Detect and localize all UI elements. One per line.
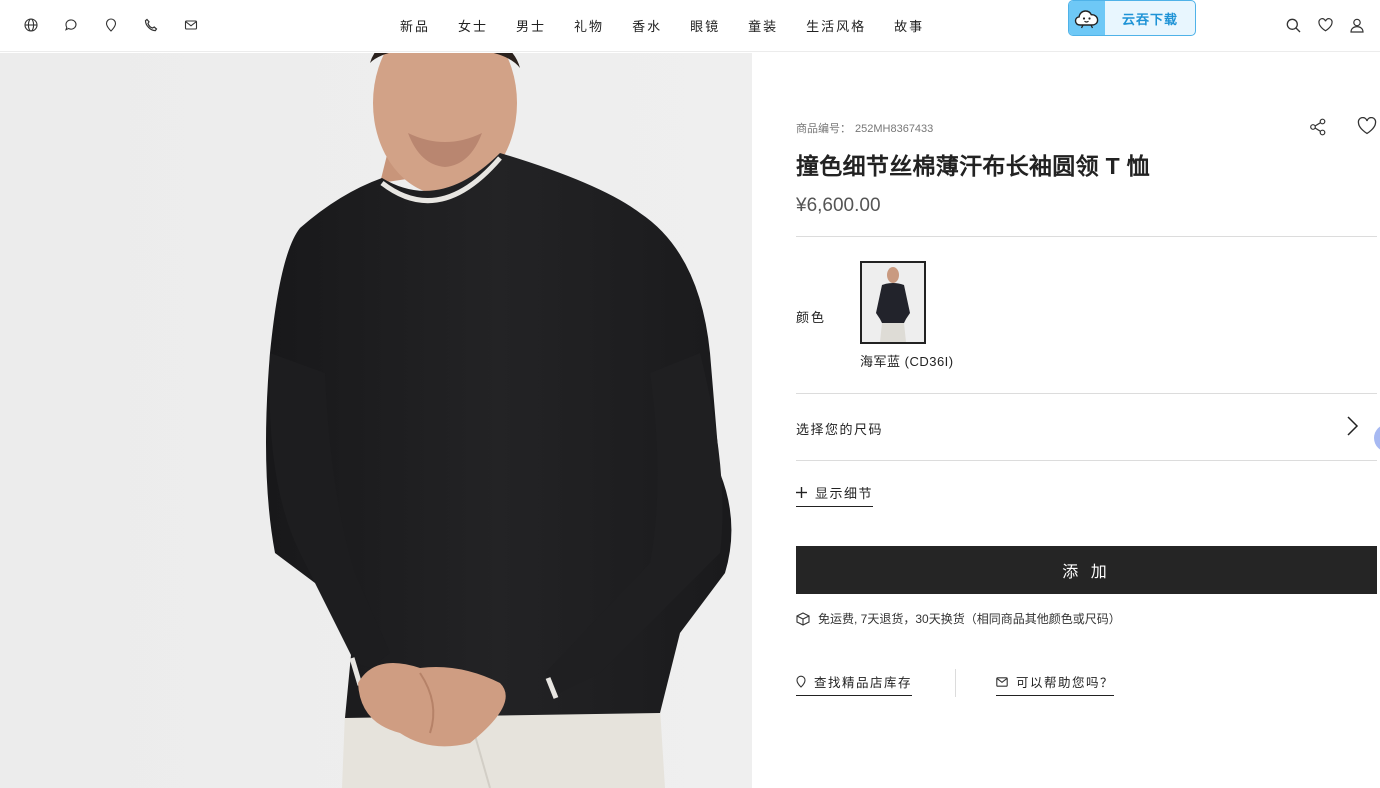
contact-help-link[interactable]: 可以帮助您吗？ <box>996 672 1115 696</box>
find-in-store-link[interactable]: 查找精品店库存 <box>796 672 913 696</box>
sku-label: 商品编号： <box>796 123 851 135</box>
chat-icon[interactable] <box>62 16 80 34</box>
location-icon <box>796 675 806 688</box>
sku-value: 252MH8367433 <box>855 123 934 135</box>
nav-item-stories[interactable]: 故事 <box>894 16 924 35</box>
link-divider <box>955 669 956 697</box>
heart-icon[interactable] <box>1316 16 1334 34</box>
search-icon[interactable] <box>1284 16 1302 34</box>
site-header: 新品 女士 男士 礼物 香水 眼镜 童装 生活风格 故事 云吞下载 <box>0 0 1380 52</box>
location-icon[interactable] <box>102 16 120 34</box>
package-icon <box>796 611 810 626</box>
nav-item-lifestyle[interactable]: 生活风格 <box>806 16 866 35</box>
wishlist-button[interactable] <box>1357 116 1377 137</box>
shipping-info: 免运费, 7天退货，30天换货（相同商品其他颜色或尺码） <box>796 610 1121 627</box>
nav-item-kids[interactable]: 童装 <box>748 16 778 35</box>
divider <box>796 236 1377 237</box>
add-to-bag-button[interactable]: 添 加 <box>796 546 1377 594</box>
cloud-mascot-icon <box>1069 1 1105 35</box>
share-button[interactable] <box>1308 117 1328 137</box>
color-name: 海军蓝 (CD36I) <box>860 354 954 369</box>
show-details-toggle[interactable]: 显示细节 <box>796 483 874 507</box>
product-sku: 商品编号： 252MH8367433 <box>796 120 933 136</box>
utility-icons <box>22 16 200 34</box>
divider <box>796 460 1377 461</box>
main-nav: 新品 女士 男士 礼物 香水 眼镜 童装 生活风格 故事 <box>400 16 924 35</box>
phone-icon[interactable] <box>142 16 160 34</box>
user-icon[interactable] <box>1348 16 1366 34</box>
size-selector[interactable]: 选择您的尺码 <box>796 394 1377 460</box>
nav-item-men[interactable]: 男士 <box>516 16 546 35</box>
product-price: ¥6,600.00 <box>796 195 881 216</box>
color-swatch[interactable] <box>860 261 926 344</box>
plus-icon <box>796 487 807 498</box>
product-image[interactable] <box>0 53 752 788</box>
nav-item-gifts[interactable]: 礼物 <box>574 16 604 35</box>
share-icon <box>1310 118 1326 136</box>
nav-item-eyewear[interactable]: 眼镜 <box>690 16 720 35</box>
heart-icon <box>1357 116 1377 135</box>
show-details-label: 显示细节 <box>815 486 874 501</box>
swatch-thumbnail <box>862 263 924 342</box>
app-download-label: 云吞下载 <box>1121 11 1178 27</box>
size-selector-label: 选择您的尺码 <box>796 422 884 437</box>
product-panel: 商品编号： 252MH8367433 撞色细节丝棉薄汗布长袖圆领 T 恤 ¥6,6… <box>796 53 1377 788</box>
product-title: 撞色细节丝棉薄汗布长袖圆领 T 恤 <box>796 153 1150 179</box>
shipping-text: 免运费, 7天退货，30天换货（相同商品其他颜色或尺码） <box>818 612 1121 626</box>
nav-item-fragrance[interactable]: 香水 <box>632 16 662 35</box>
globe-icon[interactable] <box>22 16 40 34</box>
contact-help-label: 可以帮助您吗？ <box>1016 676 1115 690</box>
app-download-button[interactable]: 云吞下载 <box>1068 0 1196 36</box>
nav-item-new[interactable]: 新品 <box>400 16 430 35</box>
mail-icon[interactable] <box>182 16 200 34</box>
account-icons <box>1284 16 1366 34</box>
find-in-store-label: 查找精品店库存 <box>814 676 913 690</box>
chevron-right-icon <box>1344 415 1360 437</box>
mail-icon <box>996 676 1008 687</box>
nav-item-women[interactable]: 女士 <box>458 16 488 35</box>
color-label: 颜色 <box>796 310 827 325</box>
model-photo <box>0 53 752 788</box>
